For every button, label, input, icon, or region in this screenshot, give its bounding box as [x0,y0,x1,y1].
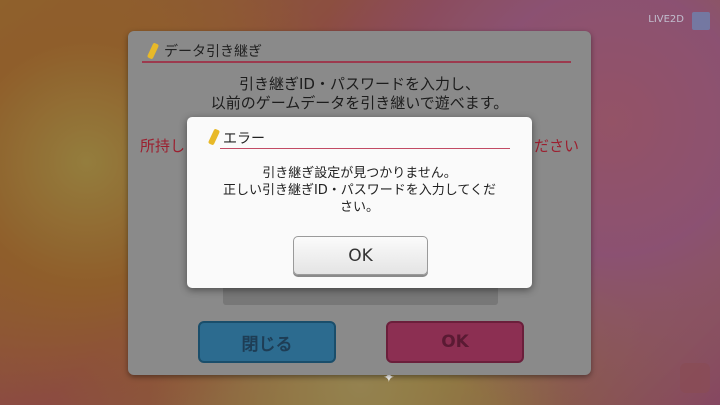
error-title: エラー [223,131,265,147]
ok-button[interactable]: OK [386,321,524,363]
error-message-line: 正しい引き継ぎID・パスワードを入力してくだ [222,183,497,198]
error-message: 引き継ぎ設定が見つかりません。 正しい引き継ぎID・パスワードを入力してくだ さ… [187,165,532,216]
pen-icon [207,128,221,146]
notice-text-left: 所持し [140,137,186,155]
pen-icon [146,42,160,60]
live2d-logo: LIVE2D [648,14,684,25]
description-line: 以前のゲームデータを引き継いで遊べます。 [210,94,509,112]
dialog-description: 引き継ぎID・パスワードを入力し、 以前のゲームデータを引き継いで遊べます。 [128,75,591,113]
dialog-title: データ引き継ぎ [164,44,262,60]
app-logo-icon [692,12,710,30]
error-ok-button[interactable]: OK [293,236,428,275]
title-divider [142,61,571,63]
error-message-line: さい。 [339,200,379,215]
menu-corner-button [680,363,710,393]
description-line: 引き継ぎID・パスワードを入力し、 [239,75,480,93]
error-dialog: エラー 引き継ぎ設定が見つかりません。 正しい引き継ぎID・パスワードを入力して… [187,117,532,288]
close-button[interactable]: 閉じる [198,321,336,363]
notice-text-right: ださい [533,137,579,155]
error-message-line: 引き継ぎ設定が見つかりません。 [262,166,457,181]
title-divider [220,148,510,149]
